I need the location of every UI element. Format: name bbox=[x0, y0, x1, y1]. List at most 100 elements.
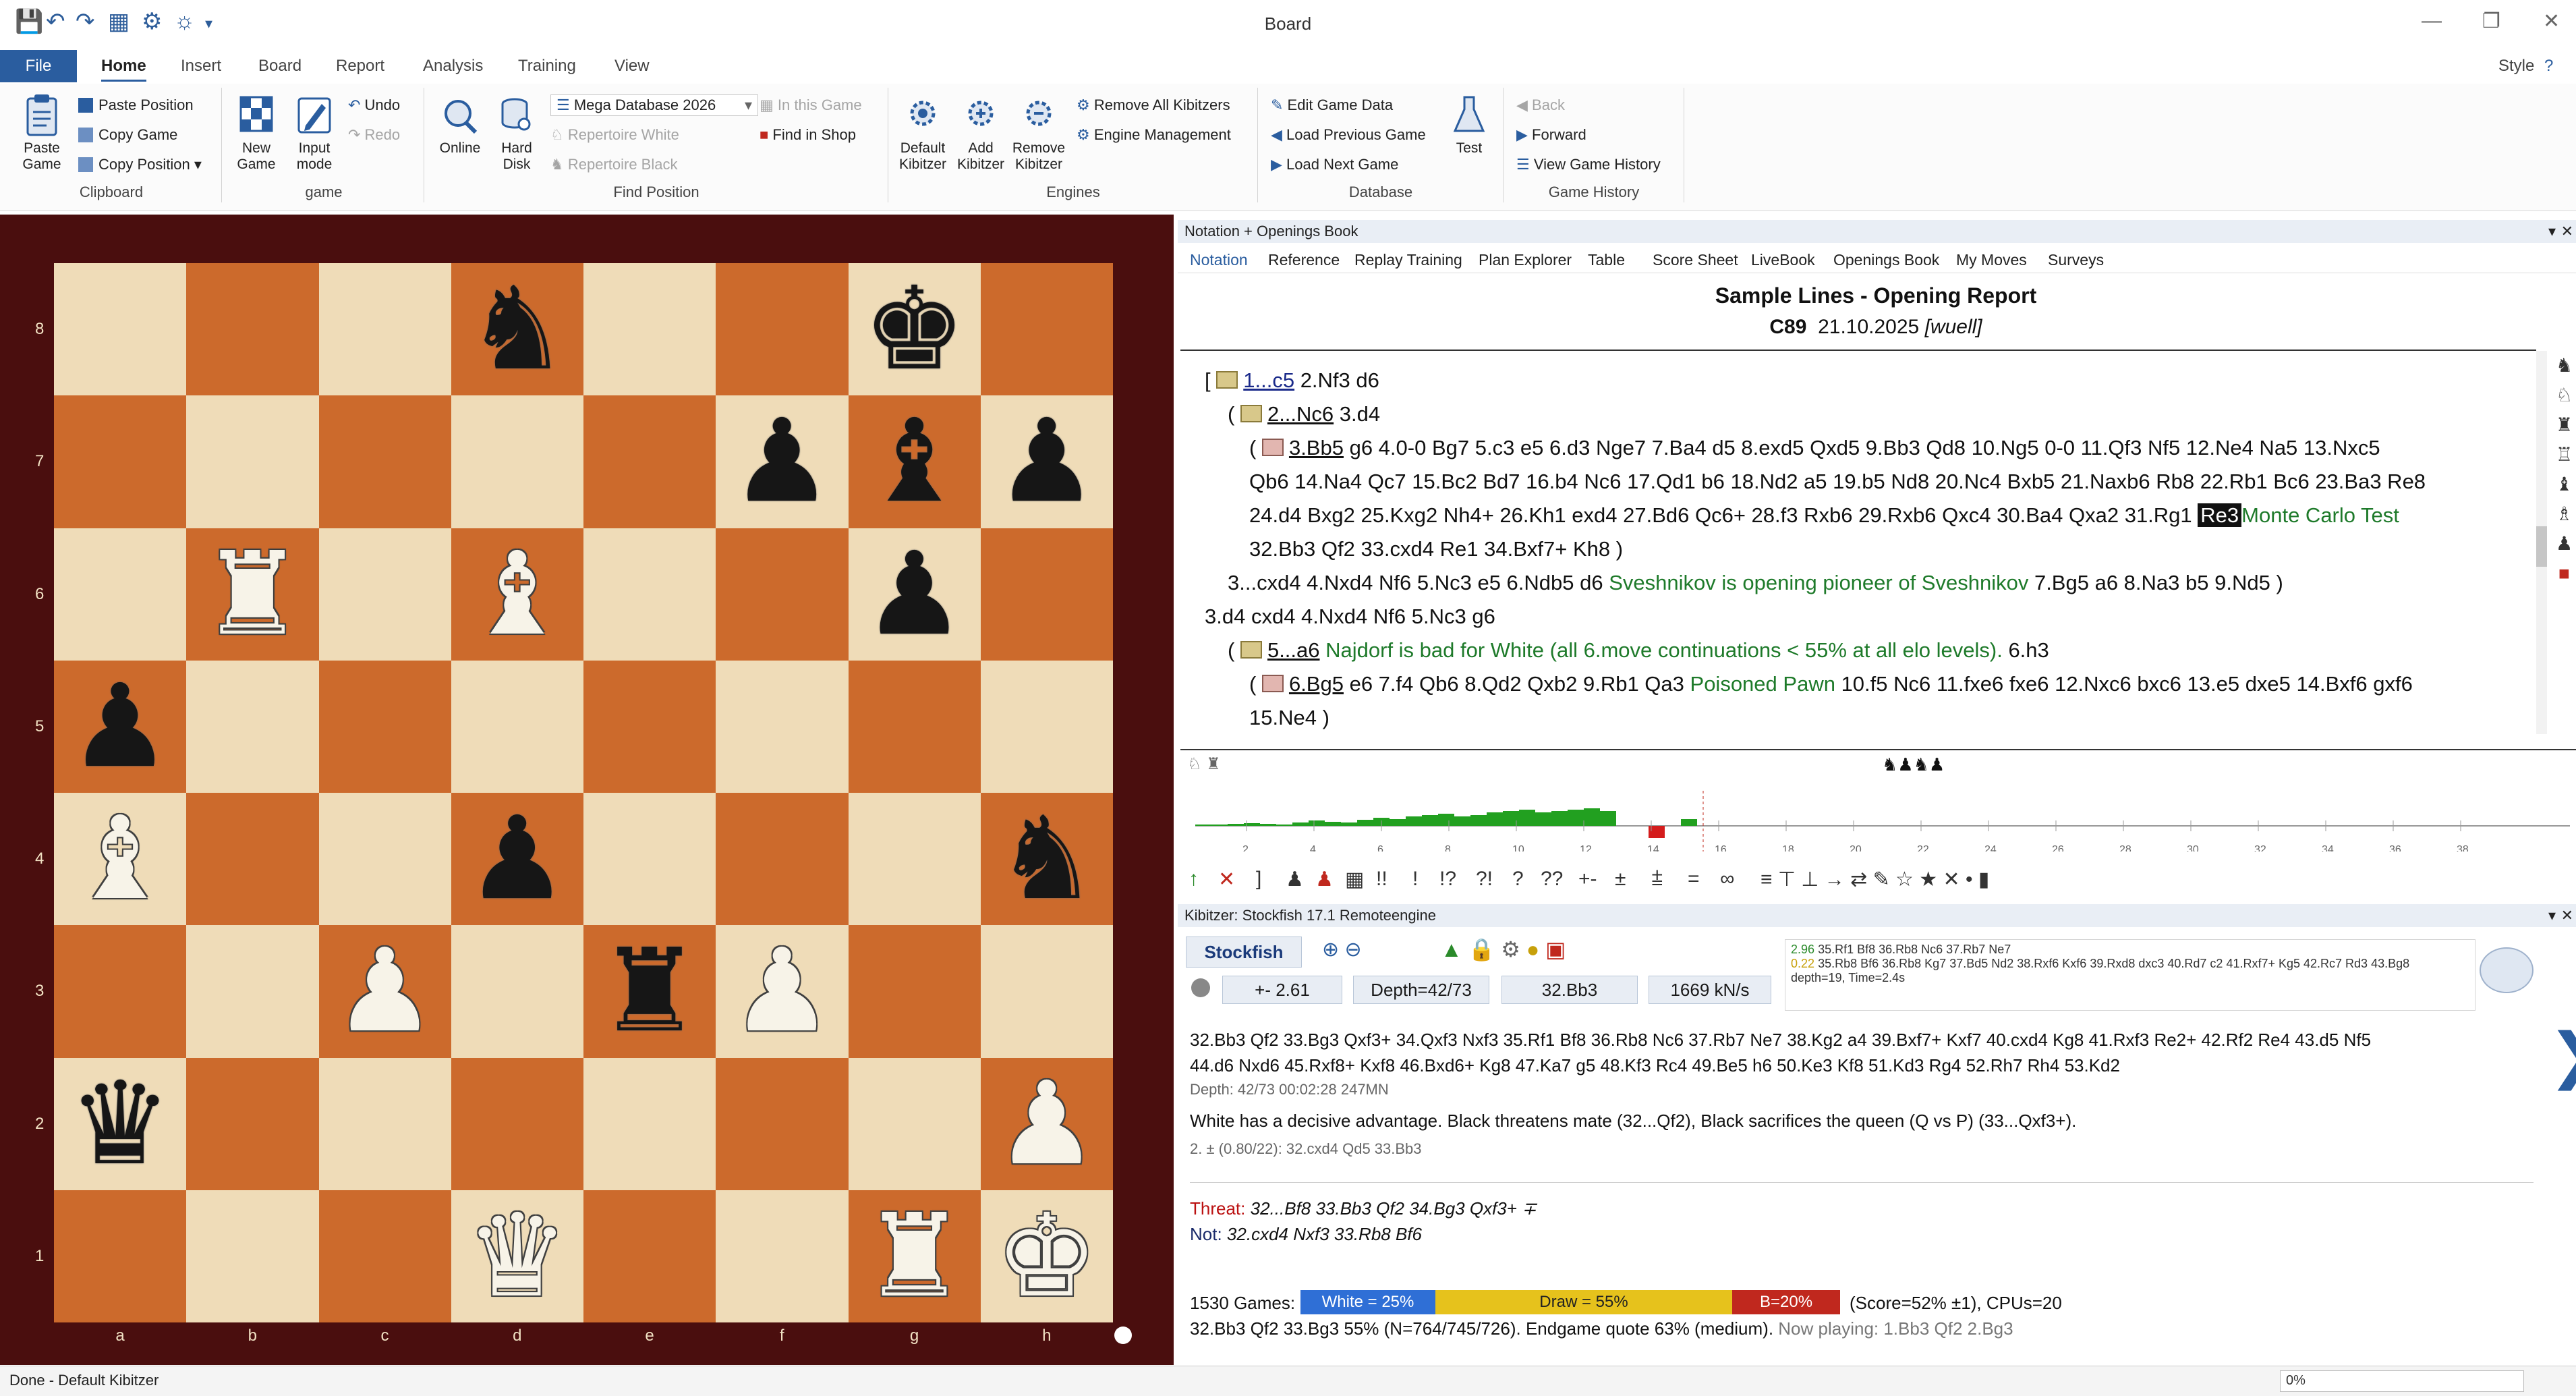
bulb-icon[interactable]: ● bbox=[1526, 937, 1539, 961]
board-square[interactable] bbox=[980, 263, 1113, 396]
board-square[interactable] bbox=[451, 395, 583, 528]
find-in-shop-button[interactable]: ■ Find in Shop bbox=[760, 126, 856, 144]
white-rook-piece[interactable]: ♜ bbox=[186, 528, 318, 661]
board-square[interactable] bbox=[186, 263, 319, 396]
notation-line[interactable]: ( 6.Bg5 e6 7.f4 Qb6 8.Qd2 Qxb2 9.Rb1 Qa3… bbox=[1249, 672, 2413, 696]
copy-position-button[interactable]: Copy Position ▾ bbox=[78, 156, 202, 173]
black-knight-piece[interactable]: ♞ bbox=[981, 793, 1113, 925]
board-square[interactable] bbox=[186, 925, 319, 1058]
panel-close-icon[interactable]: ✕ bbox=[2554, 904, 2573, 927]
move[interactable]: 2...Nc6 bbox=[1267, 402, 1334, 426]
black-pawn-piece[interactable]: ♟ bbox=[849, 528, 981, 661]
board-square[interactable] bbox=[980, 925, 1113, 1058]
notation-line[interactable]: Qb6 14.Na4 Qc7 15.Bc2 Bd7 16.b4 Nc6 17.Q… bbox=[1249, 470, 2426, 494]
move[interactable]: 1...c5 bbox=[1243, 368, 1294, 392]
collapse-variation-icon[interactable] bbox=[1261, 675, 1284, 692]
board-square[interactable] bbox=[583, 395, 716, 528]
tab-board[interactable]: Board bbox=[258, 57, 302, 76]
board-square[interactable] bbox=[54, 528, 187, 661]
annotation-slight-advantage[interactable]: ⩲ bbox=[1651, 868, 1663, 891]
tab-home[interactable]: Home bbox=[101, 57, 146, 82]
board-square[interactable] bbox=[848, 793, 981, 926]
board-square[interactable] bbox=[451, 925, 583, 1058]
board-square[interactable] bbox=[980, 528, 1113, 661]
board-square[interactable] bbox=[716, 263, 849, 396]
remove-all-kibitzers-button[interactable]: ⚙ Remove All Kibitzers bbox=[1077, 96, 1230, 114]
engine-mainline[interactable]: 32.Bb3 Qf2 33.Bg3 Qxf3+ 34.Qxf3 Nxf3 35.… bbox=[1190, 1030, 2371, 1051]
board-square[interactable] bbox=[716, 793, 849, 926]
tab-training[interactable]: Training bbox=[518, 57, 576, 76]
white-pawn-piece[interactable]: ♟ bbox=[981, 1058, 1113, 1190]
annotation-double-exclaim[interactable]: !! bbox=[1376, 868, 1387, 891]
annotation-blunder[interactable]: ?? bbox=[1541, 868, 1563, 891]
engine-management-button[interactable]: ⚙ Engine Management bbox=[1077, 126, 1231, 144]
board-square[interactable] bbox=[716, 660, 849, 793]
board-square[interactable] bbox=[583, 263, 716, 396]
moves[interactable]: 3.d4 bbox=[1334, 402, 1380, 426]
dice-icon[interactable]: ▣ bbox=[1545, 937, 1566, 961]
tab-view[interactable]: View bbox=[614, 57, 650, 76]
board-square[interactable] bbox=[54, 925, 187, 1058]
tab-notation[interactable]: Notation bbox=[1190, 251, 1248, 269]
board-square[interactable] bbox=[318, 1057, 451, 1190]
engine-settings-icon[interactable]: ⚙ bbox=[1501, 937, 1520, 961]
black-rook-piece[interactable]: ♜ bbox=[583, 925, 716, 1057]
annotation-exclaim[interactable]: ! bbox=[1412, 868, 1418, 891]
scrollbar-thumb[interactable] bbox=[2536, 526, 2547, 567]
new-game-button[interactable]: New Game bbox=[229, 93, 283, 173]
repertoire-black-button[interactable]: ♞ Repertoire Black bbox=[550, 156, 677, 173]
board-square[interactable] bbox=[848, 660, 981, 793]
load-next-game-button[interactable]: ▶ Load Next Game bbox=[1271, 156, 1398, 173]
board-square[interactable] bbox=[186, 660, 319, 793]
tab-reference[interactable]: Reference bbox=[1268, 251, 1340, 269]
board-square[interactable] bbox=[848, 925, 981, 1058]
white-bishop-piece[interactable]: ♝ bbox=[54, 793, 186, 925]
black-pawn-piece[interactable]: ♟ bbox=[54, 661, 186, 793]
notation-line[interactable]: 3...cxd4 4.Nxd4 Nf6 5.Nc3 e5 6.Ndb5 d6 S… bbox=[1228, 571, 2283, 595]
board-square[interactable] bbox=[318, 395, 451, 528]
add-kibitzer-button[interactable]: Add Kibitzer bbox=[954, 93, 1008, 173]
notation-line[interactable]: ( 2...Nc6 3.d4 bbox=[1228, 402, 1380, 426]
white-rook-piece[interactable]: ♜ bbox=[849, 1190, 981, 1322]
repertoire-white-button[interactable]: ♘ Repertoire White bbox=[550, 126, 679, 144]
board-square[interactable] bbox=[186, 1057, 319, 1190]
tab-surveys[interactable]: Surveys bbox=[2048, 251, 2104, 269]
notation-line[interactable]: 24.d4 Bxg2 25.Kxg2 Nh4+ 26.Kh1 exd4 27.B… bbox=[1249, 503, 2399, 528]
engine-alt-line[interactable]: 2. ± (0.80/22): 32.cxd4 Qd5 33.Bb3 bbox=[1190, 1140, 1422, 1158]
board-square[interactable] bbox=[583, 1057, 716, 1190]
side-tool-icons[interactable]: ♞ ♘ ♜ ♖ ♝ ♗ ♟ ■ bbox=[2552, 351, 2576, 588]
remove-kibitzer-button[interactable]: Remove Kibitzer bbox=[1012, 93, 1066, 173]
board-square[interactable] bbox=[54, 1190, 187, 1323]
white-queen-piece[interactable]: ♛ bbox=[451, 1190, 583, 1322]
board-square[interactable] bbox=[716, 528, 849, 661]
engine-tool-icons[interactable]: ⊕ ⊖ bbox=[1322, 938, 1362, 961]
notation-line[interactable]: 3.d4 cxd4 4.Nxd4 Nf6 5.Nc3 g6 bbox=[1205, 605, 1495, 629]
paste-position-button[interactable]: Paste Position bbox=[78, 96, 194, 114]
lock-icon[interactable]: 🔒 bbox=[1468, 937, 1495, 961]
edit-game-data-button[interactable]: ✎ Edit Game Data bbox=[1271, 96, 1393, 114]
move[interactable]: 6.Bg5 bbox=[1289, 672, 1344, 696]
tab-table[interactable]: Table bbox=[1588, 251, 1625, 269]
white-bishop-piece[interactable]: ♝ bbox=[451, 528, 583, 661]
delete-icon[interactable]: ✕ bbox=[1218, 868, 1235, 891]
board-square[interactable] bbox=[318, 528, 451, 661]
annotation-question[interactable]: ? bbox=[1512, 868, 1524, 891]
white-pawn-piece[interactable]: ♟ bbox=[716, 925, 848, 1057]
board-square[interactable] bbox=[318, 263, 451, 396]
moves[interactable]: 3...cxd4 4.Nxd4 Nf6 5.Nc3 e5 6.Ndb5 d6 bbox=[1228, 571, 1609, 594]
redo-button[interactable]: ↷ Redo bbox=[348, 126, 400, 144]
moves[interactable]: 2.Nf3 d6 bbox=[1294, 368, 1379, 392]
notation-line[interactable]: 15.Ne4 ) bbox=[1249, 706, 1329, 730]
annotation-unclear[interactable]: ∞ bbox=[1720, 868, 1734, 891]
tab-livebook[interactable]: LiveBook bbox=[1751, 251, 1815, 269]
tab-openings-book[interactable]: Openings Book bbox=[1833, 251, 1939, 269]
annotation-advantage[interactable]: ± bbox=[1615, 868, 1626, 891]
panel-close-icon[interactable]: ✕ bbox=[2554, 220, 2573, 243]
training-icon[interactable]: ♟ bbox=[1315, 868, 1334, 891]
moves[interactable]: 7.Bg5 a6 8.Na3 b5 9.Nd5 ) bbox=[2028, 571, 2283, 594]
annotation-equal[interactable]: = bbox=[1688, 868, 1700, 891]
moves[interactable]: 6.h3 bbox=[2003, 638, 2049, 662]
notation-line[interactable]: ( 3.Bb5 g6 4.0-0 Bg7 5.c3 e5 6.d3 Nge7 7… bbox=[1249, 436, 2380, 460]
annotation-dubious[interactable]: ?! bbox=[1476, 868, 1493, 891]
board-square[interactable] bbox=[318, 793, 451, 926]
